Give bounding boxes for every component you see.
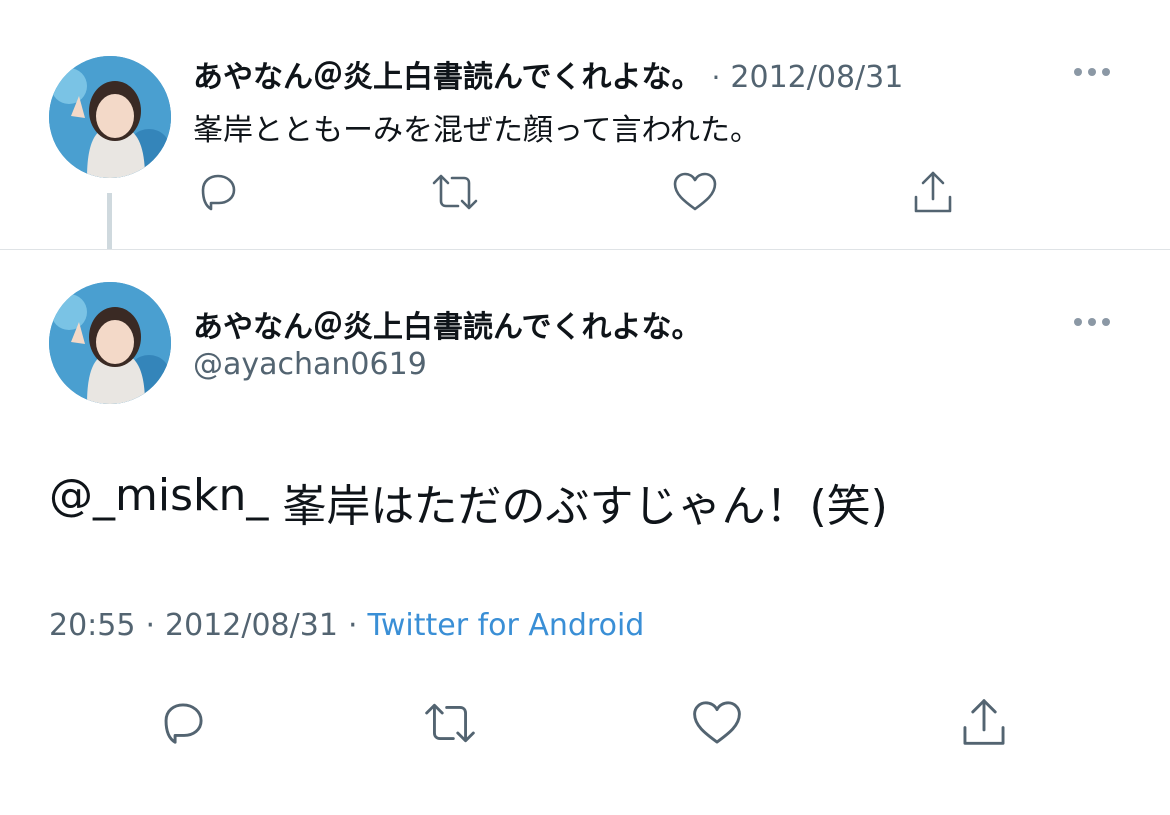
- reply-icon: [201, 174, 236, 211]
- separator-dot: ·: [711, 61, 721, 94]
- like-icon: [673, 172, 717, 211]
- retweet-icon: [425, 703, 475, 743]
- tweet-date[interactable]: 2012/08/31: [730, 60, 903, 95]
- reply-button[interactable]: [188, 164, 248, 220]
- like-button[interactable]: [684, 692, 750, 754]
- display-name[interactable]: あやなん＠炎上白書読んでくれよな。: [193, 52, 702, 96]
- share-icon: [963, 699, 1005, 745]
- display-name[interactable]: あやなん＠炎上白書読んでくれよな。: [193, 302, 702, 346]
- like-icon: [693, 701, 741, 744]
- separator-dot: ·: [145, 608, 156, 643]
- share-icon: [914, 171, 952, 213]
- share-button[interactable]: [903, 164, 963, 220]
- tweet-text: 峯岸とともーみを混ぜた顔って言われた。: [193, 113, 760, 148]
- more-options-icon[interactable]: [1074, 68, 1110, 76]
- reply-button[interactable]: [150, 692, 216, 754]
- tweet-body: @_miskn_ 峯岸はただのぶすじゃん！(笑): [49, 470, 888, 534]
- tweet-date: 2012/08/31: [165, 608, 338, 643]
- retweet-button[interactable]: [425, 164, 485, 220]
- avatar[interactable]: [49, 56, 171, 178]
- retweet-icon: [432, 174, 478, 210]
- tweet-meta: 20:55 · 2012/08/31 · Twitter for Android: [49, 608, 644, 643]
- mention-link[interactable]: @_miskn_: [49, 470, 268, 534]
- like-button[interactable]: [665, 164, 725, 220]
- share-button[interactable]: [951, 690, 1017, 754]
- source-link[interactable]: Twitter for Android: [367, 608, 644, 643]
- tweet-text: 峯岸はただのぶすじゃん！(笑): [282, 481, 888, 532]
- reply-icon: [164, 703, 203, 744]
- retweet-button[interactable]: [415, 692, 485, 754]
- separator-dot: ·: [347, 608, 358, 643]
- user-handle[interactable]: @ayachan0619: [193, 347, 427, 382]
- tweet-time: 20:55: [49, 608, 136, 643]
- avatar[interactable]: [49, 282, 171, 404]
- more-options-icon[interactable]: [1074, 318, 1110, 326]
- divider: [0, 249, 1170, 250]
- thread-line: [107, 193, 112, 249]
